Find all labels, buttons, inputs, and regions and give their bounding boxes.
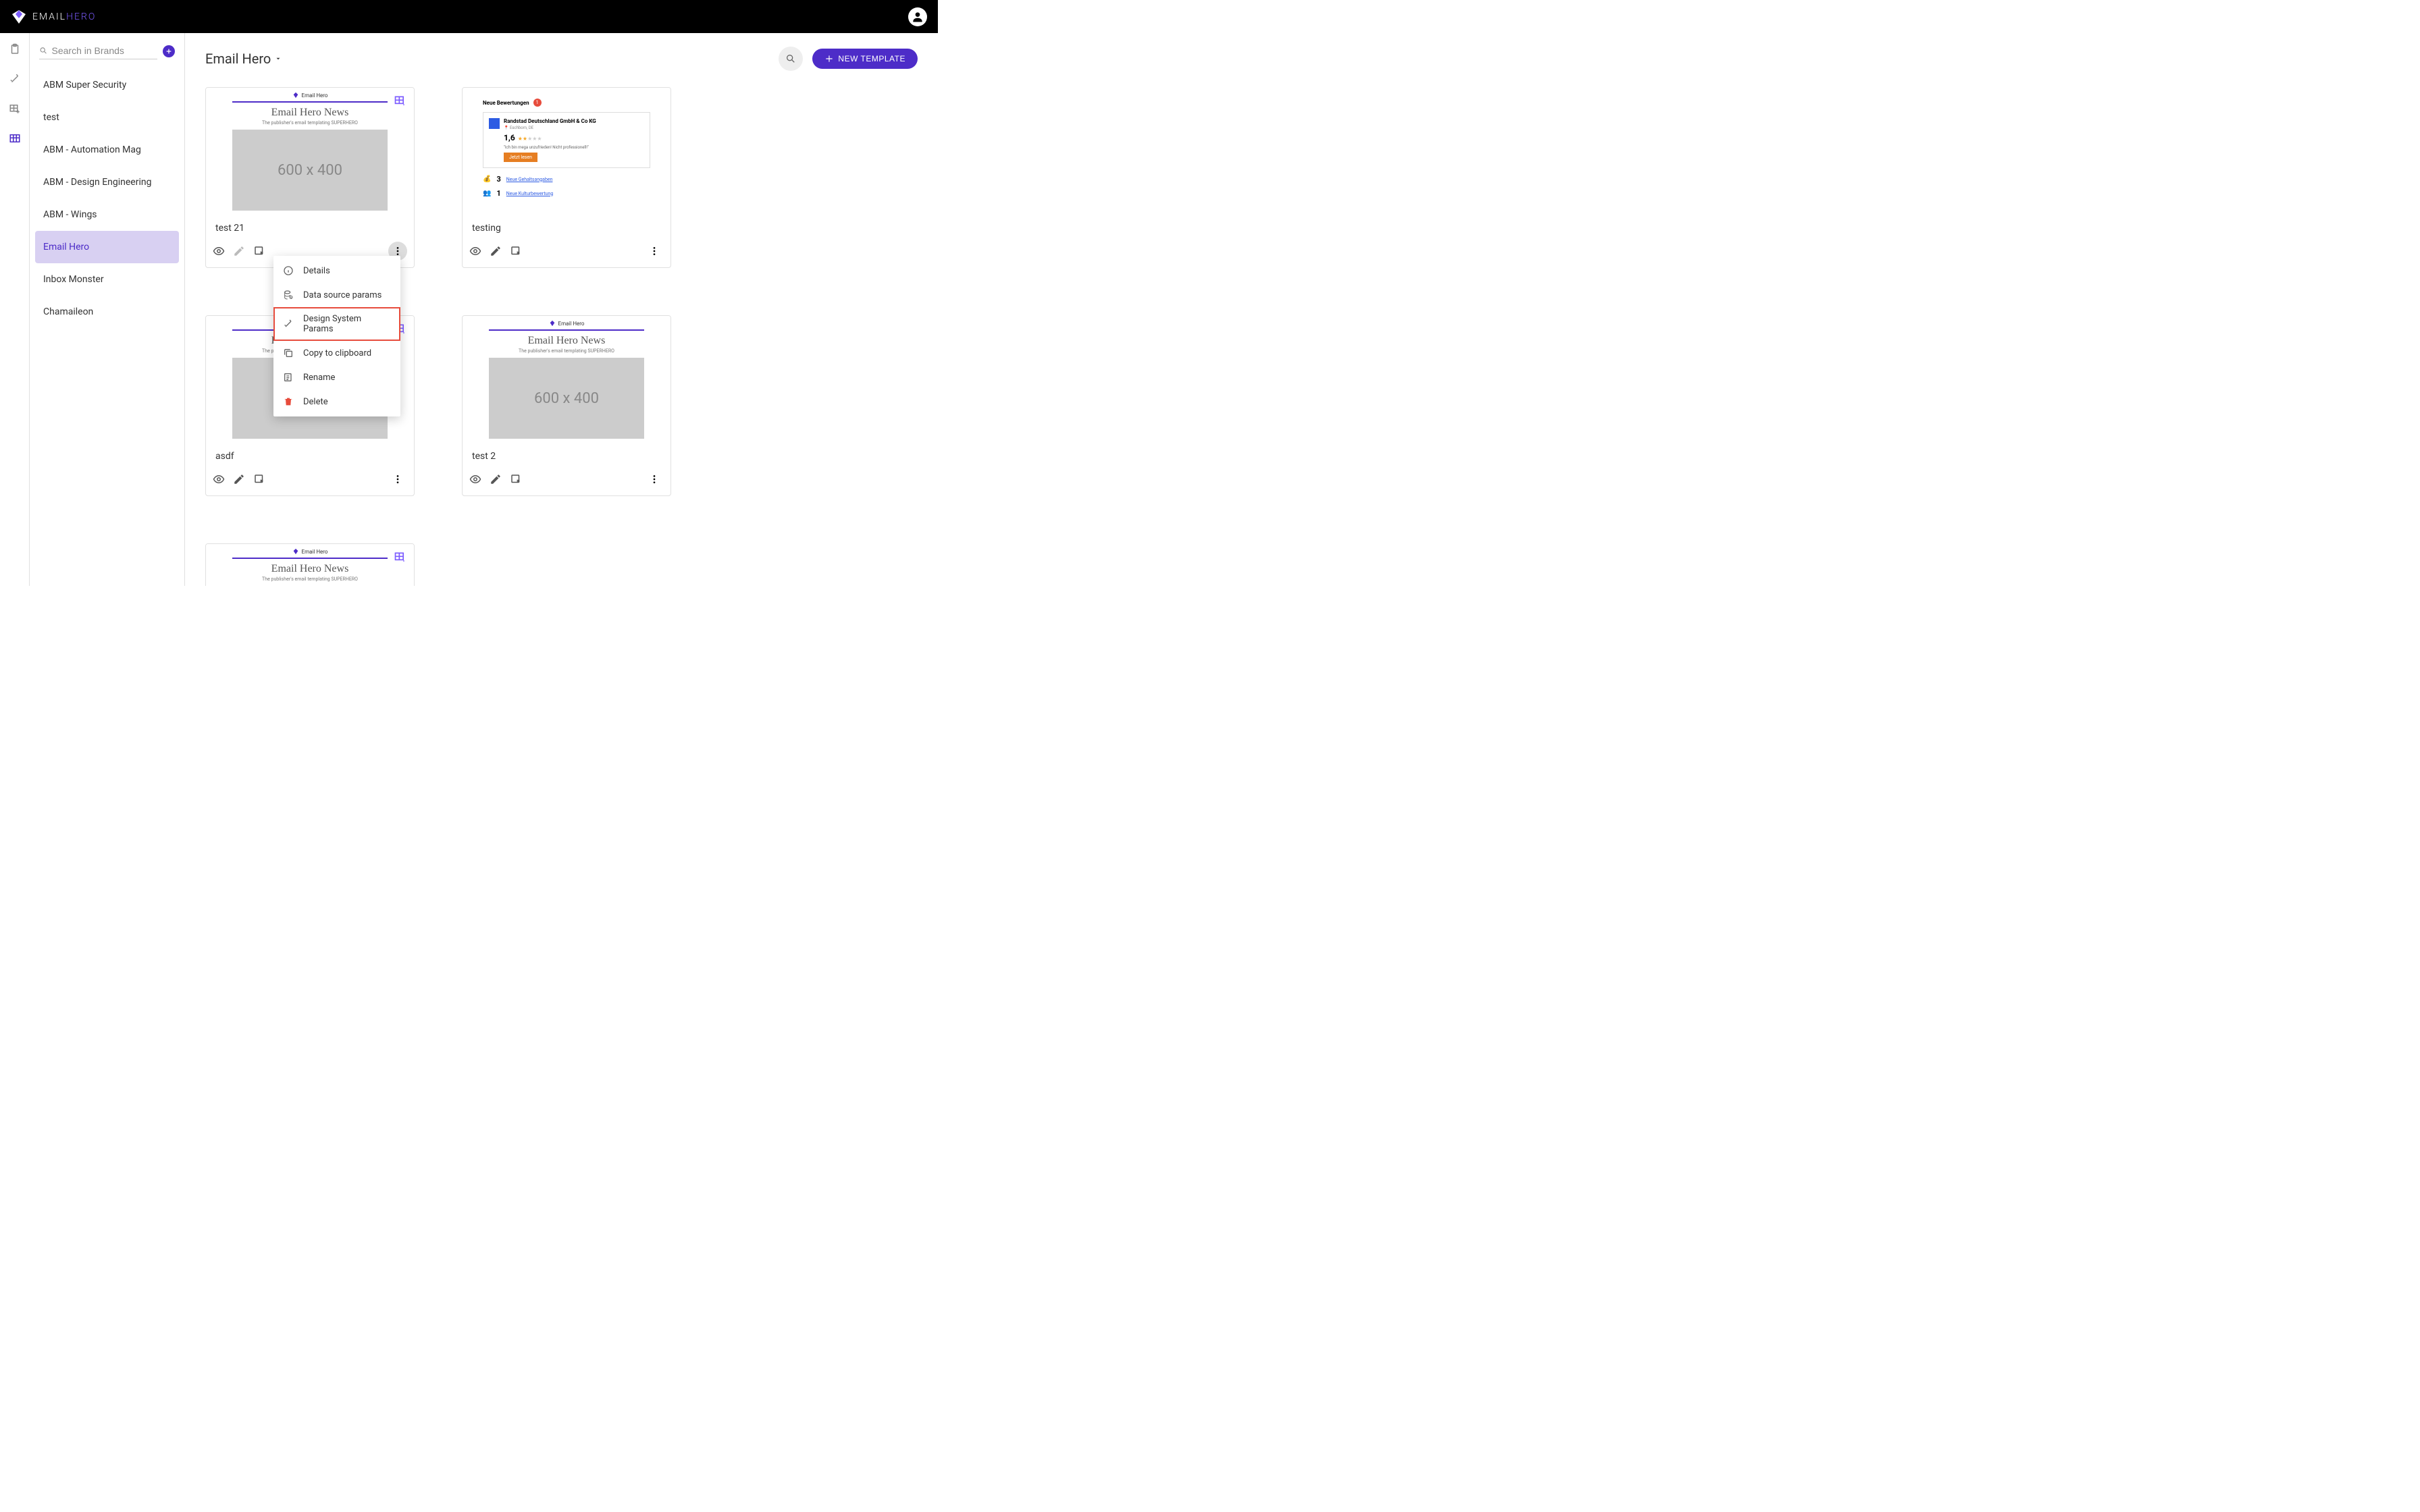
- sidebar-item[interactable]: ABM - Automation Mag: [35, 134, 179, 166]
- logo-text: EMAILHERO: [32, 11, 96, 22]
- nav-rail: [0, 33, 30, 586]
- template-card: Email Hero Email Hero News The publisher…: [205, 543, 415, 586]
- template-thumbnail[interactable]: Neue Bewertungen1 Randstad Deutschland G…: [463, 88, 670, 216]
- menu-item-data-source-params[interactable]: Data source params: [273, 283, 400, 307]
- menu-item-copy-to-clipboard[interactable]: Copy to clipboard: [273, 341, 400, 365]
- logo[interactable]: EMAILHERO: [11, 9, 96, 25]
- plus-icon: [165, 48, 172, 55]
- template-card: Neue Bewertungen1 Randstad Deutschland G…: [462, 87, 671, 268]
- note-icon[interactable]: [253, 245, 265, 257]
- preview-icon[interactable]: [213, 245, 225, 257]
- more-button[interactable]: [645, 470, 664, 489]
- edit-icon[interactable]: [233, 245, 245, 257]
- search-icon: [785, 53, 796, 64]
- copy-icon: [283, 348, 294, 358]
- template-name: testing: [463, 216, 670, 238]
- wand-icon: [283, 319, 294, 329]
- template-name: test 2: [463, 444, 670, 466]
- preview-icon[interactable]: [469, 245, 481, 257]
- note-icon[interactable]: [510, 245, 522, 257]
- search-templates-button[interactable]: [779, 47, 803, 71]
- rail-table-plus-icon[interactable]: [8, 102, 22, 115]
- search-input[interactable]: [52, 45, 157, 56]
- brands-sidebar: ABM Super SecuritytestABM - Automation M…: [30, 33, 185, 586]
- badge-icon: [394, 551, 407, 564]
- edit-icon[interactable]: [490, 245, 502, 257]
- rename-icon: [283, 372, 294, 383]
- template-name: test 21: [206, 216, 414, 238]
- more-button[interactable]: [388, 470, 407, 489]
- template-thumbnail[interactable]: Email Hero Email Hero News The publisher…: [206, 544, 414, 586]
- note-icon[interactable]: [253, 473, 265, 485]
- sidebar-item[interactable]: test: [35, 101, 179, 134]
- logo-icon: [11, 9, 27, 25]
- menu-item-design-system-params[interactable]: Design System Params: [273, 307, 400, 341]
- note-icon[interactable]: [510, 473, 522, 485]
- sidebar-item[interactable]: Inbox Monster: [35, 263, 179, 296]
- rail-grid-icon[interactable]: [8, 132, 22, 145]
- edit-icon[interactable]: [233, 473, 245, 485]
- avatar[interactable]: [908, 7, 927, 26]
- badge-icon: [394, 94, 407, 108]
- context-menu: DetailsData source paramsDesign System P…: [273, 256, 400, 416]
- search-brands[interactable]: [39, 43, 157, 59]
- menu-item-delete[interactable]: Delete: [273, 389, 400, 414]
- sidebar-item[interactable]: ABM - Design Engineering: [35, 166, 179, 198]
- page-title[interactable]: Email Hero: [205, 51, 282, 67]
- sidebar-item[interactable]: ABM Super Security: [35, 69, 179, 101]
- info-icon: [283, 265, 294, 276]
- preview-icon[interactable]: [213, 473, 225, 485]
- more-button[interactable]: [645, 242, 664, 261]
- menu-item-rename[interactable]: Rename: [273, 365, 400, 389]
- template-thumbnail[interactable]: Email Hero Email Hero News The publisher…: [206, 88, 414, 216]
- template-name: asdf: [206, 444, 414, 466]
- edit-icon[interactable]: [490, 473, 502, 485]
- rail-wand-icon[interactable]: [8, 72, 22, 86]
- sidebar-item[interactable]: Chamaileon: [35, 296, 179, 328]
- db-icon: [283, 290, 294, 300]
- add-brand-button[interactable]: [163, 45, 175, 57]
- menu-item-details[interactable]: Details: [273, 259, 400, 283]
- rail-clipboard-icon[interactable]: [8, 43, 22, 56]
- template-thumbnail[interactable]: Email Hero Email Hero News The publisher…: [463, 316, 670, 444]
- plus-icon: [824, 54, 834, 63]
- trash-icon: [283, 396, 294, 407]
- template-card: Email Hero Email Hero News The publisher…: [462, 315, 671, 496]
- chevron-down-icon: [275, 55, 282, 62]
- new-template-button[interactable]: NEW TEMPLATE: [812, 49, 918, 69]
- app-header: EMAILHERO: [0, 0, 938, 33]
- preview-icon[interactable]: [469, 473, 481, 485]
- search-icon: [39, 46, 48, 55]
- sidebar-item[interactable]: Email Hero: [35, 231, 179, 263]
- template-card: Email Hero Email Hero News The publisher…: [205, 87, 415, 268]
- sidebar-item[interactable]: ABM - Wings: [35, 198, 179, 231]
